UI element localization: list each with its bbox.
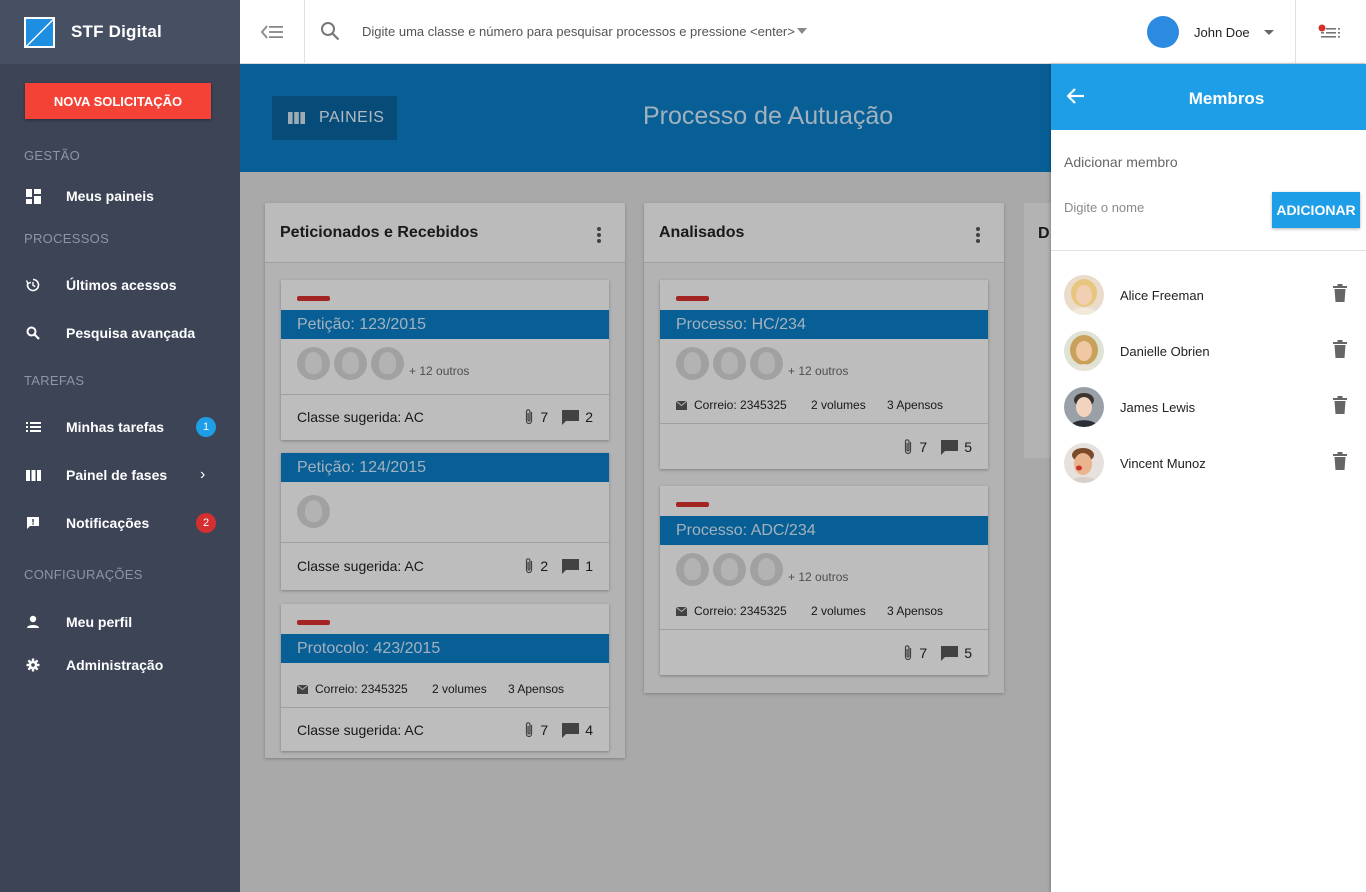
sidebar-item-administracao[interactable]: Administração	[0, 645, 240, 685]
sidebar-item-label: Administração	[66, 657, 164, 673]
delete-icon[interactable]	[1333, 283, 1347, 307]
delete-icon[interactable]	[1333, 339, 1347, 363]
sidebar-item-label: Últimos acessos	[66, 277, 177, 293]
brand-name: STF Digital	[71, 22, 162, 41]
sidebar-item-meus-paineis[interactable]: Meus paineis	[0, 176, 240, 216]
chevron-right-icon: ›	[200, 466, 206, 483]
menu-collapse-icon	[261, 25, 283, 39]
panel-title: Membros	[1188, 89, 1265, 108]
topbar: Digite uma classe e número para pesquisa…	[240, 0, 1366, 64]
user-avatar[interactable]	[1147, 16, 1179, 48]
member-row: Alice Freeman	[1051, 267, 1366, 323]
notification-list-icon	[1318, 24, 1340, 38]
delete-icon[interactable]	[1333, 451, 1347, 475]
panel-header: Membros	[1051, 64, 1366, 130]
user-name[interactable]: John Doe	[1194, 25, 1250, 40]
members-panel: Membros Adicionar membro ADICIONAR Alice…	[1051, 64, 1366, 892]
member-name: Vincent Munoz	[1120, 455, 1206, 471]
member-name: Alice Freeman	[1120, 287, 1204, 303]
sidebar-item-label: Notificações	[66, 515, 150, 531]
notifications-count-badge: 2	[196, 513, 216, 533]
member-name-input[interactable]	[1064, 200, 1264, 215]
avatar	[1064, 275, 1104, 315]
sidebar-item-ultimos-acessos[interactable]: Últimos acessos	[0, 265, 240, 305]
avatar	[1064, 443, 1104, 483]
new-request-button[interactable]: NOVA SOLICITAÇÃO	[25, 83, 211, 119]
member-row: James Lewis	[1051, 379, 1366, 435]
collapse-menu-button[interactable]	[240, 0, 305, 64]
member-row: Danielle Obrien	[1051, 323, 1366, 379]
list-icon	[25, 419, 41, 435]
search-icon	[25, 325, 41, 341]
delete-icon[interactable]	[1333, 395, 1347, 419]
sidebar-item-label: Meus paineis	[66, 188, 154, 204]
feedback-icon	[25, 515, 41, 531]
section-gestao: GESTÃO	[24, 148, 80, 163]
sidebar-item-painel-de-fases[interactable]: Painel de fases ›	[0, 455, 240, 495]
member-row: Vincent Munoz	[1051, 435, 1366, 491]
search-input[interactable]: Digite uma classe e número para pesquisa…	[362, 24, 795, 39]
section-configuracoes: CONFIGURAÇÕES	[24, 567, 143, 582]
add-member-button[interactable]: ADICIONAR	[1272, 192, 1360, 228]
member-name: James Lewis	[1120, 399, 1196, 415]
section-tarefas: TAREFAS	[24, 373, 85, 388]
columns-icon	[25, 467, 41, 483]
sidebar: STF Digital NOVA SOLICITAÇÃO GESTÃO Meus…	[0, 0, 240, 892]
tasks-count-badge: 1	[196, 417, 216, 437]
search-icon[interactable]	[320, 21, 340, 46]
member-name: Danielle Obrien	[1120, 343, 1210, 359]
sidebar-item-label: Pesquisa avançada	[66, 325, 196, 341]
brand[interactable]: STF Digital	[0, 0, 240, 64]
search-dropdown-icon[interactable]	[797, 28, 807, 34]
divider	[1051, 250, 1366, 251]
sidebar-item-pesquisa-avancada[interactable]: Pesquisa avançada	[0, 313, 240, 353]
person-icon	[25, 614, 41, 630]
chevron-down-icon[interactable]	[1264, 30, 1274, 35]
sidebar-item-minhas-tarefas[interactable]: Minhas tarefas 1	[0, 407, 240, 447]
section-processos: PROCESSOS	[24, 231, 110, 246]
sidebar-item-label: Minhas tarefas	[66, 419, 165, 435]
dashboard-icon	[25, 188, 41, 204]
avatar	[1064, 387, 1104, 427]
gear-icon	[25, 657, 41, 673]
avatar	[1064, 331, 1104, 371]
sidebar-item-label: Meu perfil	[66, 614, 133, 630]
add-member-label: Adicionar membro	[1064, 154, 1178, 170]
brand-logo-icon	[24, 16, 55, 48]
history-icon	[25, 277, 41, 293]
notifications-button[interactable]	[1295, 0, 1366, 64]
sidebar-item-meu-perfil[interactable]: Meu perfil	[0, 602, 240, 642]
sidebar-item-notificacoes[interactable]: Notificações 2	[0, 503, 240, 543]
sidebar-item-label: Painel de fases	[66, 467, 168, 483]
